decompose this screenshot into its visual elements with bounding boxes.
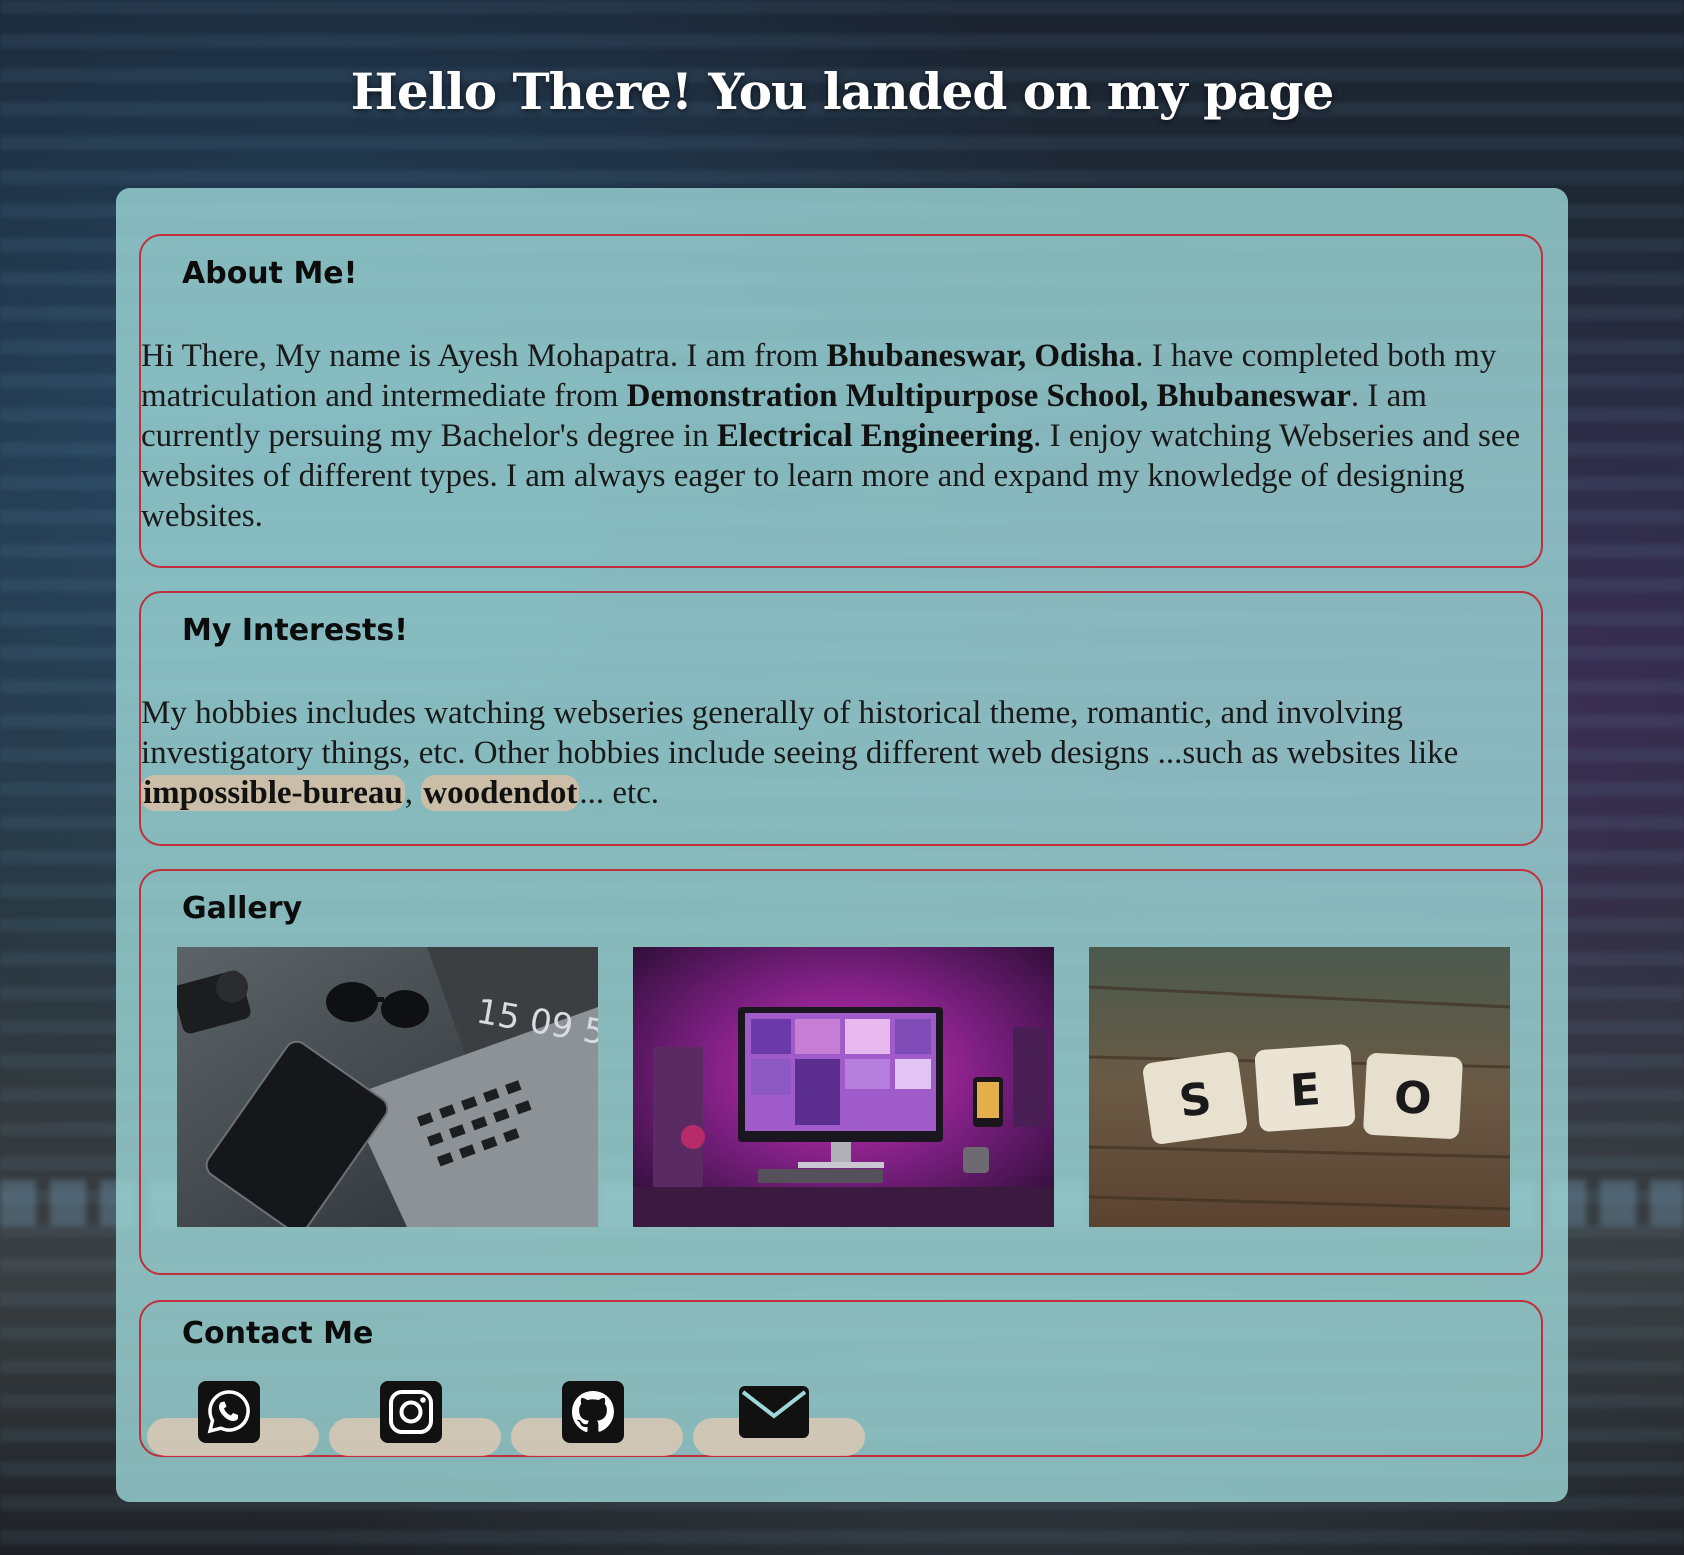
instagram-icon[interactable] [379,1380,443,1449]
seo-tile-o: O [1393,1072,1433,1125]
gallery-image-neon-setup [633,947,1054,1227]
page-title: Hello There! You landed on my page [350,62,1335,121]
interests-paragraph: My hobbies includes watching webseries g… [141,695,1459,811]
interests-section: My Interests! My hobbies includes watchi… [139,591,1543,846]
about-degree: Electrical Engineering [716,418,1034,454]
about-paragraph: Hi There, My name is Ayesh Mohapatra. I … [141,338,1521,534]
about-location: Bhubaneswar, Odisha [826,338,1136,374]
link-woodendot[interactable]: woodendot [421,775,580,811]
interests-heading: My Interests! [182,613,408,648]
seo-tile-e: E [1288,1064,1322,1117]
about-school: Demonstration Multipurpose School, Bhuba… [626,378,1351,414]
link-impossible-bureau[interactable]: impossible-bureau [141,775,405,811]
whatsapp-icon[interactable] [197,1380,261,1449]
gallery-image-seo-tiles: S E O [1089,947,1510,1227]
gallery-image-laptop-desk: 15 09 5 [177,947,598,1227]
main-card: About Me! Hi There, My name is Ayesh Moh… [116,188,1568,1502]
contact-heading: Contact Me [182,1316,374,1351]
github-icon[interactable] [561,1380,625,1449]
gallery-section: Gallery 15 09 5 S E O [139,869,1543,1275]
email-icon[interactable] [737,1384,811,1445]
gallery-heading: Gallery [182,891,303,926]
about-section: About Me! Hi There, My name is Ayesh Moh… [139,234,1543,568]
contact-section: Contact Me [139,1300,1543,1457]
about-heading: About Me! [182,256,358,291]
